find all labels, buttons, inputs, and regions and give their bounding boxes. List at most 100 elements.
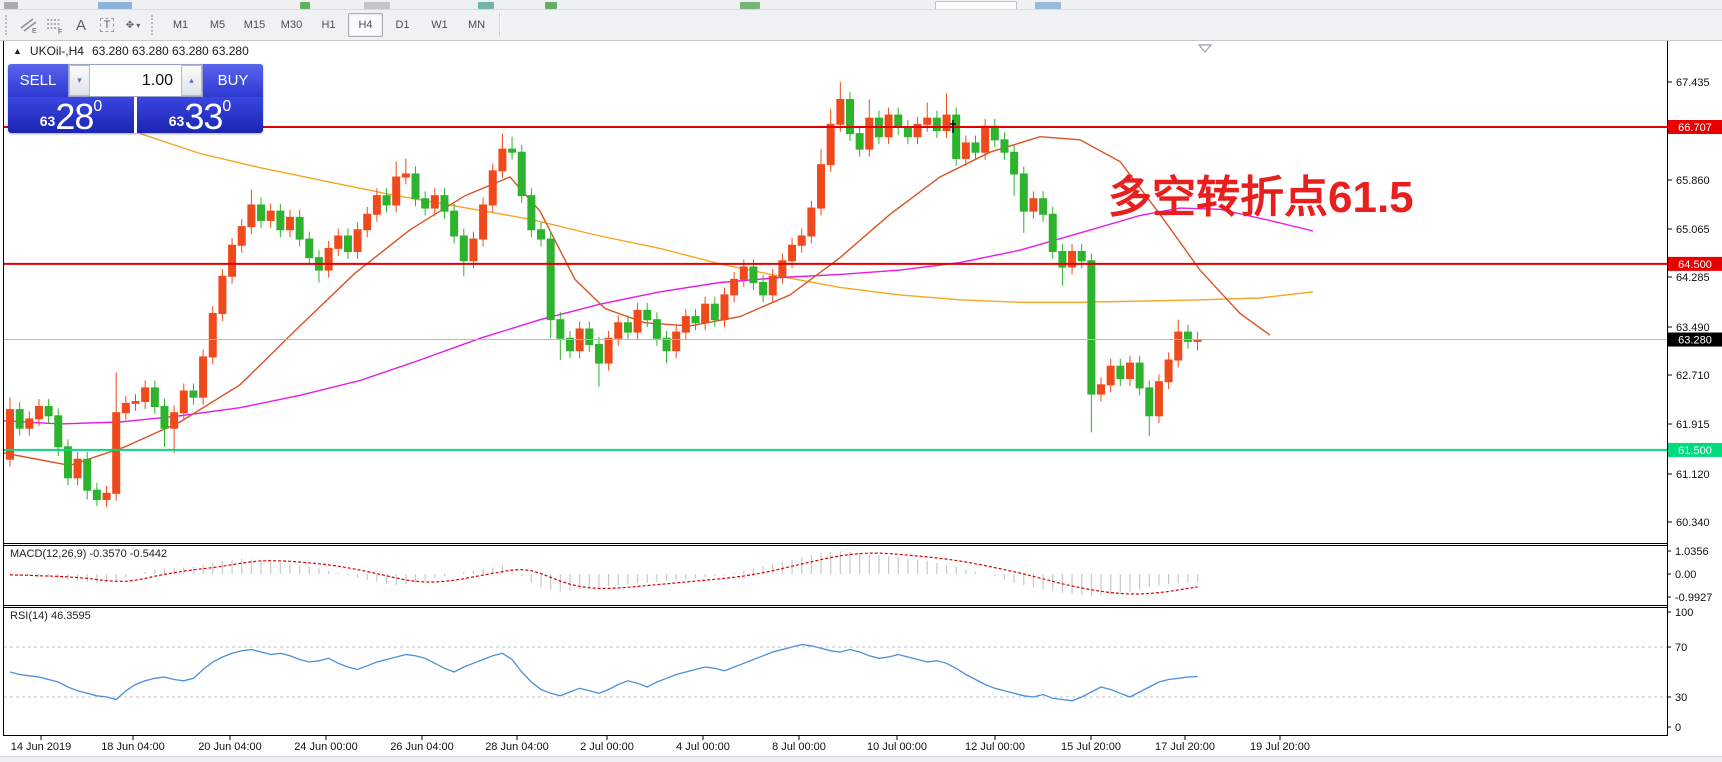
candle	[768, 275, 777, 296]
sell-price[interactable]: 63 28 0	[8, 97, 134, 135]
horizontal-levels[interactable]	[4, 126, 1667, 451]
candle	[199, 356, 208, 398]
candle	[382, 195, 391, 206]
collapse-arrow-icon[interactable]: ▲	[13, 46, 22, 56]
candle	[179, 390, 188, 414]
macd-label: MACD(12,26,9) -0.3570 -0.5442	[10, 548, 168, 560]
chart-title: ▲ UKOil-,H4 63.280 63.280 63.280 63.280	[13, 44, 249, 58]
candle	[276, 210, 285, 231]
candle	[228, 244, 237, 277]
candle	[1019, 173, 1028, 212]
candle	[855, 133, 864, 150]
volume-input[interactable]: 1.00	[90, 65, 181, 96]
candle	[749, 266, 758, 283]
candle	[208, 312, 217, 358]
candle	[546, 238, 555, 321]
price-axis-label: 64.285	[1676, 272, 1710, 284]
time-axis-label: 28 Jun 04:00	[485, 741, 549, 753]
candle	[894, 114, 903, 128]
volume-increase-button[interactable]: ▴	[181, 65, 202, 96]
candle	[1116, 365, 1125, 380]
candle	[102, 492, 111, 501]
candle	[92, 489, 101, 501]
candle	[759, 281, 768, 296]
candle	[826, 123, 835, 166]
candle	[430, 195, 439, 209]
chart-markers	[950, 44, 1213, 133]
rsi-axis-label: 0	[1675, 722, 1681, 734]
candle	[170, 412, 179, 429]
candle	[479, 204, 488, 240]
candle	[498, 148, 507, 172]
candle	[160, 406, 169, 429]
candle	[73, 458, 82, 479]
candle	[604, 337, 613, 364]
candle	[614, 322, 623, 339]
candle	[942, 114, 951, 132]
candle	[1164, 359, 1173, 383]
buy-button[interactable]: BUY	[203, 64, 263, 97]
candle	[401, 173, 410, 178]
candle	[1048, 213, 1057, 252]
candle	[1106, 365, 1115, 386]
symbol-period-label: UKOil-,H4	[29, 44, 84, 58]
candle	[411, 173, 420, 200]
time-axis-label: 2 Jul 00:00	[580, 741, 634, 753]
volume-decrease-button[interactable]: ▾	[69, 65, 90, 96]
ma-redorange	[3, 135, 1271, 467]
candle	[1010, 151, 1019, 175]
candle	[25, 418, 34, 429]
candle	[392, 176, 401, 206]
candle	[1029, 198, 1038, 212]
buy-price[interactable]: 63 33 0	[137, 97, 263, 135]
chart-shift-marker[interactable]	[1197, 44, 1213, 53]
candle	[1174, 331, 1183, 361]
candle	[1097, 384, 1106, 395]
candle	[817, 164, 826, 209]
price-badge: 63.280	[1678, 335, 1712, 347]
rsi-panel: 100 70 30 0	[4, 607, 1693, 734]
time-axis-label: 26 Jun 04:00	[390, 741, 454, 753]
candle	[247, 204, 256, 228]
candle	[266, 210, 275, 221]
candle	[372, 195, 381, 215]
sell-button[interactable]: SELL	[8, 64, 68, 97]
price-axis-label: 61.120	[1676, 469, 1710, 481]
chart-text-annotation[interactable]: 多空转折点61.5	[1108, 161, 1414, 225]
price-badge: 61.500	[1678, 445, 1712, 457]
candle	[672, 331, 681, 352]
candle	[730, 278, 739, 296]
panel-borders	[3, 41, 1668, 736]
time-axis-label: 4 Jul 00:00	[676, 741, 730, 753]
sell-price-sup: 0	[93, 98, 103, 115]
buy-price-small: 63	[168, 113, 185, 129]
candle	[421, 198, 430, 209]
candle	[903, 126, 912, 138]
candle	[469, 238, 478, 262]
time-axis[interactable]: 14 Jun 2019 18 Jun 04:00 20 Jun 04:00 24 Ju…	[11, 736, 1310, 753]
candle	[83, 458, 92, 491]
candle	[295, 216, 304, 240]
candle	[450, 210, 459, 237]
price-axis-label: 60.340	[1676, 517, 1710, 529]
candle	[971, 142, 980, 153]
buy-price-sup: 0	[222, 98, 232, 115]
candle	[797, 235, 806, 246]
candle	[54, 415, 63, 448]
price-badge: 64.500	[1678, 259, 1712, 271]
candle	[257, 204, 266, 221]
candle	[1125, 362, 1134, 380]
price-axis[interactable]: 67.435 65.860 65.065 64.285 63.490 62.710 61.9…	[1667, 77, 1722, 529]
candle	[788, 244, 797, 262]
candle	[537, 229, 546, 240]
macd-axis-label: -0.9927	[1675, 592, 1712, 604]
candle	[6, 409, 14, 460]
candle	[565, 337, 574, 352]
candle	[237, 226, 246, 246]
rsi-label: RSI(14) 46.3595	[10, 610, 91, 622]
candle	[1087, 260, 1096, 395]
candle	[662, 337, 671, 352]
candle	[334, 235, 343, 249]
candle	[710, 303, 719, 321]
sell-price-small: 63	[39, 113, 56, 129]
